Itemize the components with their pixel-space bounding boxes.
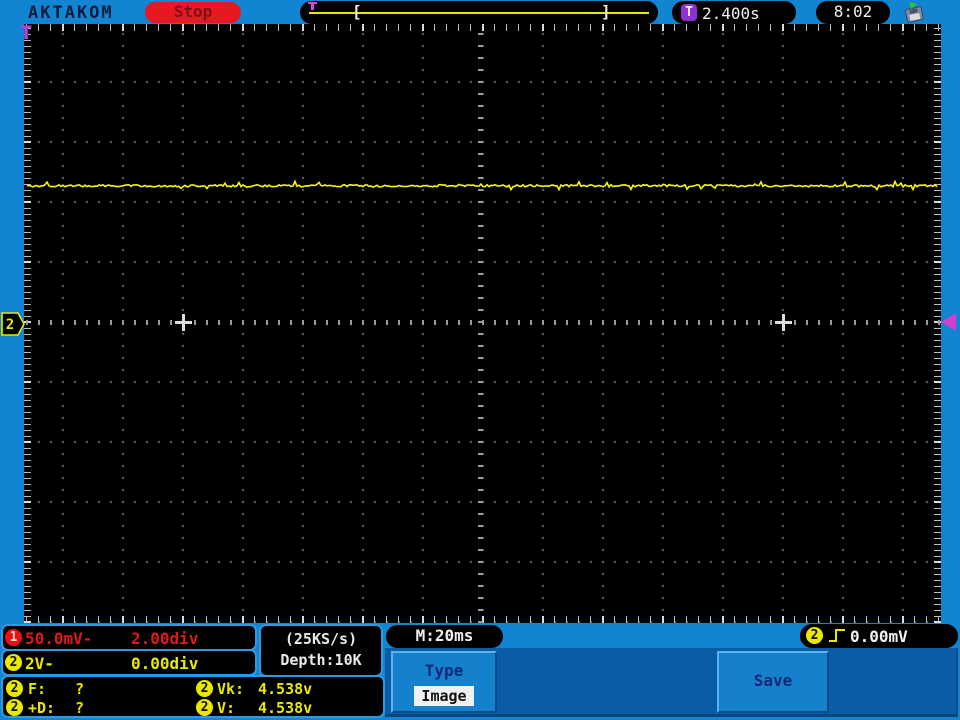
window-bracket-right: ]: [601, 2, 611, 21]
trigger-level-readout: 2 0.00mV: [800, 624, 958, 648]
ch2-position-marker: 2: [1, 312, 25, 336]
trigger-position-marker-icon-stem: [311, 2, 314, 10]
acquisition-readout: (25KS/s) Depth:10K: [259, 624, 383, 677]
trigger-time-readout: T 2.400s: [672, 1, 796, 24]
ch1-readout: 1 50.0mV- 2.00div: [1, 624, 257, 651]
window-bracket-left: [: [352, 2, 362, 21]
trigger-t-icon: T: [681, 4, 697, 21]
trigger-position-bar: [ ]: [300, 1, 658, 24]
softkey-menu: Type Image Save: [385, 648, 958, 717]
measurement-row: 2 F: ? 2 Vk: 4.538v: [3, 679, 383, 698]
waveform-display: [24, 24, 941, 623]
brand-logo: AKTAKOM: [28, 3, 114, 23]
meas-label: Vk:: [217, 680, 245, 698]
trigger-source-badge: 2: [806, 627, 823, 644]
meas-badge: 2: [196, 680, 213, 697]
memory-depth: Depth:10K: [280, 651, 362, 669]
save-button[interactable]: Save: [717, 651, 829, 713]
top-status-bar: AKTAKOM Stop [ ] T 2.400s 8:02: [0, 0, 960, 25]
meas-badge: 2: [196, 699, 213, 716]
ch2-readout: 2 2V- 0.00div: [1, 649, 257, 676]
meas-value: ?: [75, 699, 85, 717]
ch1-badge: 1: [5, 629, 22, 646]
type-button-label: Type: [424, 661, 464, 680]
usb-storage-icon: [905, 2, 924, 23]
run-state-badge: Stop: [145, 2, 241, 23]
ch2-waveform-trace: [26, 179, 938, 192]
rising-edge-icon: [829, 629, 845, 642]
trigger-time-value: 2.400s: [702, 4, 760, 23]
meas-label: F:: [28, 680, 47, 698]
ch2-badge: 2: [5, 654, 22, 671]
timebase-readout: M:20ms: [386, 625, 503, 648]
meas-value: ?: [75, 680, 85, 698]
oscilloscope-screen: AKTAKOM Stop [ ] T 2.400s 8:02 T 2 1 50.…: [0, 0, 960, 720]
trigger-level-arrow-icon: [941, 313, 956, 331]
meas-value: 4.538v: [258, 680, 313, 698]
ch1-scale: 50.0mV-: [25, 629, 93, 648]
svg-text:2: 2: [6, 317, 14, 333]
clock: 8:02: [816, 1, 890, 24]
ch2-scale: 2V-: [25, 654, 54, 673]
meas-label: +D:: [28, 699, 56, 717]
measurements-readout: 2 F: ? 2 Vk: 4.538v 2 +D: ? 2 V: 4.538v: [1, 675, 385, 718]
meas-label: V:: [217, 699, 236, 717]
measurement-row: 2 +D: ? 2 V: 4.538v: [3, 698, 383, 717]
type-selected-value: Image: [414, 686, 474, 706]
meas-badge: 2: [6, 699, 23, 716]
type-button[interactable]: Type Image: [391, 651, 497, 713]
meas-value: 4.538v: [258, 699, 313, 717]
ch2-offset: 0.00div: [131, 654, 199, 673]
trigger-level-corner-marker: T: [20, 22, 32, 44]
meas-badge: 2: [6, 680, 23, 697]
sample-rate: (25KS/s): [284, 630, 358, 648]
trigger-level-value: 0.00mV: [850, 627, 908, 646]
ch1-offset: 2.00div: [131, 629, 199, 648]
